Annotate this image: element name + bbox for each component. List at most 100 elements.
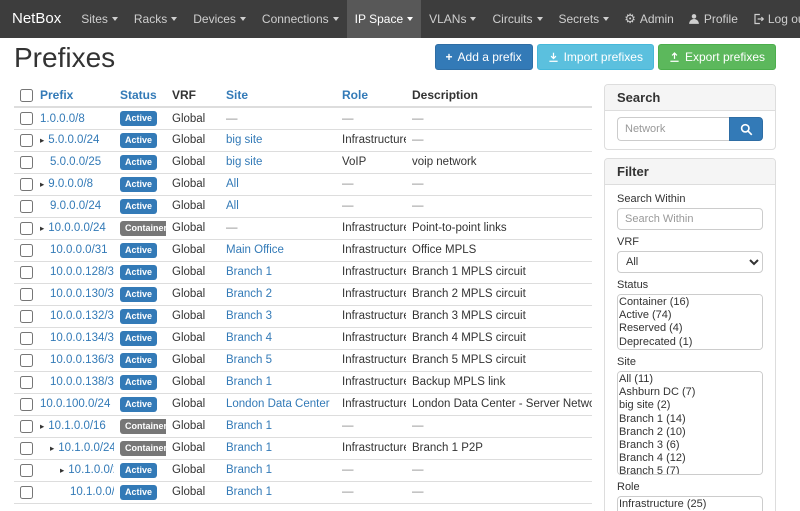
prefix-link[interactable]: 10.1.0.0/25	[68, 464, 114, 476]
status-badge: Active	[120, 397, 157, 411]
prefix-link[interactable]: 5.0.0.0/24	[48, 134, 99, 146]
search-input[interactable]	[617, 117, 729, 141]
nav-item-sites[interactable]: Sites	[73, 0, 126, 38]
site-link[interactable]: Main Office	[226, 244, 284, 256]
search-button[interactable]	[729, 117, 763, 141]
row-checkbox[interactable]	[20, 156, 33, 169]
select-option[interactable]: Infrastructure (25)	[619, 498, 761, 511]
prefix-link[interactable]: 10.0.100.0/24	[40, 398, 110, 410]
prefix-link[interactable]: 10.1.0.0/24	[58, 442, 114, 454]
prefix-link[interactable]: 10.0.0.132/31	[50, 310, 114, 322]
search-input-group	[617, 117, 763, 141]
site-link[interactable]: London Data Center	[226, 398, 330, 410]
prefix-link[interactable]: 10.0.0.128/31	[50, 266, 114, 278]
site-link[interactable]: big site	[226, 134, 262, 146]
site-link[interactable]: All	[226, 178, 239, 190]
select-option[interactable]: Branch 4 (12)	[619, 452, 761, 465]
row-checkbox[interactable]	[20, 398, 33, 411]
site-link[interactable]: Branch 1	[226, 266, 272, 278]
row-checkbox[interactable]	[20, 354, 33, 367]
row-checkbox[interactable]	[20, 112, 33, 125]
select-option[interactable]: Active (74)	[619, 309, 761, 322]
app-logo[interactable]: NetBox	[8, 0, 73, 38]
admin-link[interactable]: ⚙ Admin	[617, 0, 681, 38]
site-link[interactable]: Branch 2	[226, 288, 272, 300]
site-link[interactable]: Branch 1	[226, 486, 272, 498]
description-cell: Branch 3 MPLS circuit	[406, 305, 592, 327]
import-prefixes-button[interactable]: Import prefixes	[537, 44, 654, 70]
table-row: 1.0.0.0/8ActiveGlobal———	[14, 107, 592, 129]
row-checkbox[interactable]	[20, 178, 33, 191]
row-checkbox[interactable]	[20, 288, 33, 301]
nav-item-devices[interactable]: Devices	[185, 0, 254, 38]
prefix-link[interactable]: 10.0.0.0/31	[50, 244, 108, 256]
select-option[interactable]: big site (2)	[619, 399, 761, 412]
prefix-link[interactable]: 10.0.0.134/31	[50, 332, 114, 344]
row-checkbox[interactable]	[20, 464, 33, 477]
vrf-select[interactable]: All	[617, 251, 763, 273]
site-link[interactable]: Branch 1	[226, 464, 272, 476]
row-select-cell	[14, 437, 34, 459]
select-option[interactable]: Container (16)	[619, 296, 761, 309]
select-all-checkbox[interactable]	[20, 89, 33, 102]
select-option[interactable]: Branch 2 (10)	[619, 426, 761, 439]
role-listbox[interactable]: Infrastructure (25)Management (8)Private…	[617, 496, 763, 511]
nav-item-ip-space[interactable]: IP Space	[347, 0, 421, 38]
row-checkbox[interactable]	[20, 134, 33, 147]
site-link[interactable]: All	[226, 200, 239, 212]
status-listbox[interactable]: Container (16)Active (74)Reserved (4)Dep…	[617, 294, 763, 350]
row-checkbox[interactable]	[20, 266, 33, 279]
add-prefix-button[interactable]: + Add a prefix	[435, 44, 533, 70]
site-cell: Branch 2	[220, 283, 336, 305]
select-option[interactable]: Deprecated (1)	[619, 336, 761, 349]
table-row: 5.0.0.0/25ActiveGlobalbig siteVoIPvoip n…	[14, 151, 592, 173]
site-link[interactable]: Branch 5	[226, 354, 272, 366]
prefix-link[interactable]: 10.1.0.0/16	[48, 420, 106, 432]
site-link[interactable]: big site	[226, 156, 262, 168]
site-link[interactable]: Branch 1	[226, 442, 272, 454]
logout-link[interactable]: Log out	[745, 0, 800, 38]
nav-item-racks[interactable]: Racks	[126, 0, 185, 38]
column-sort-link[interactable]: Site	[226, 88, 248, 102]
prefix-link[interactable]: 10.0.0.130/31	[50, 288, 114, 300]
nav-item-vlans[interactable]: VLANs	[421, 0, 484, 38]
select-option[interactable]: All (11)	[619, 373, 761, 386]
select-option[interactable]: Reserved (4)	[619, 322, 761, 335]
empty-value: —	[342, 178, 354, 190]
column-sort-link[interactable]: Status	[120, 88, 157, 102]
nav-item-circuits[interactable]: Circuits	[484, 0, 550, 38]
nav-item-connections[interactable]: Connections	[254, 0, 347, 38]
profile-link[interactable]: Profile	[681, 0, 745, 38]
prefix-link[interactable]: 9.0.0.0/8	[48, 178, 93, 190]
row-checkbox[interactable]	[20, 442, 33, 455]
row-checkbox[interactable]	[20, 200, 33, 213]
select-option[interactable]: Ashburn DC (7)	[619, 386, 761, 399]
select-option[interactable]: Branch 1 (14)	[619, 413, 761, 426]
row-checkbox[interactable]	[20, 420, 33, 433]
select-option[interactable]: Branch 5 (7)	[619, 465, 761, 475]
column-sort-link[interactable]: Role	[342, 88, 368, 102]
row-checkbox[interactable]	[20, 310, 33, 323]
site-link[interactable]: Branch 4	[226, 332, 272, 344]
prefix-link[interactable]: 5.0.0.0/25	[50, 156, 101, 168]
site-link[interactable]: Branch 3	[226, 310, 272, 322]
column-sort-link[interactable]: Prefix	[40, 88, 73, 102]
site-link[interactable]: Branch 1	[226, 420, 272, 432]
prefix-link[interactable]: 10.1.0.0/26	[70, 486, 114, 498]
row-checkbox[interactable]	[20, 486, 33, 499]
prefix-link[interactable]: 10.0.0.0/24	[48, 222, 106, 234]
select-option[interactable]: Branch 3 (6)	[619, 439, 761, 452]
prefix-link[interactable]: 1.0.0.0/8	[40, 113, 85, 125]
prefix-link[interactable]: 9.0.0.0/24	[50, 200, 101, 212]
row-checkbox[interactable]	[20, 244, 33, 257]
site-link[interactable]: Branch 1	[226, 376, 272, 388]
prefix-link[interactable]: 10.0.0.136/31	[50, 354, 114, 366]
row-checkbox[interactable]	[20, 222, 33, 235]
search-within-input[interactable]	[617, 208, 763, 230]
row-checkbox[interactable]	[20, 332, 33, 345]
site-listbox[interactable]: All (11)Ashburn DC (7)big site (2)Branch…	[617, 371, 763, 475]
row-checkbox[interactable]	[20, 376, 33, 389]
nav-item-secrets[interactable]: Secrets	[551, 0, 618, 38]
export-prefixes-button[interactable]: Export prefixes	[658, 44, 776, 70]
prefix-link[interactable]: 10.0.0.138/31	[50, 376, 114, 388]
